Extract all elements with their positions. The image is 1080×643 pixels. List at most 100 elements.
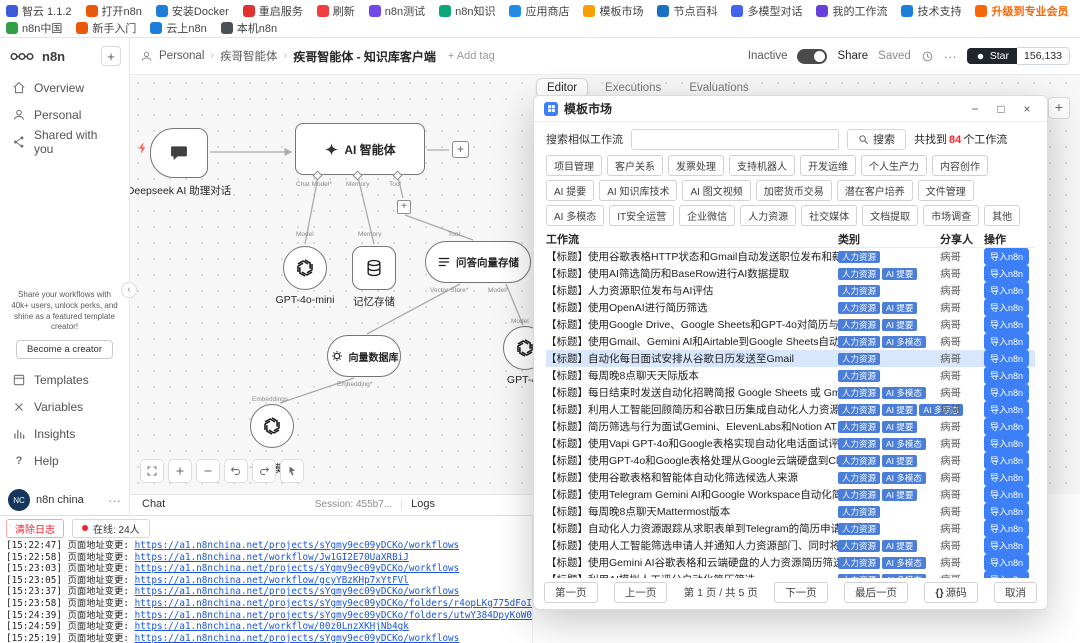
- import-n8n-button[interactable]: 导入n8n: [984, 350, 1029, 367]
- log-url-link[interactable]: https://a1.n8nchina.net/projects/sYgmy9e…: [135, 610, 533, 621]
- add-tool-button[interactable]: +: [397, 200, 411, 214]
- log-url-link[interactable]: https://a1.n8nchina.net/projects/sYgmy9e…: [135, 540, 460, 551]
- log-url-link[interactable]: https://a1.n8nchina.net/projects/sYgmy9e…: [135, 633, 460, 643]
- memory-node[interactable]: [352, 246, 396, 290]
- sidebar-item-variables[interactable]: Variables: [0, 393, 129, 420]
- category-chip[interactable]: 项目管理: [546, 155, 602, 176]
- log-url-link[interactable]: https://a1.n8nchina.net/projects/sYgmy9e…: [135, 598, 533, 609]
- github-star-widget[interactable]: Star 156,133: [967, 47, 1070, 65]
- vector-db-node[interactable]: 向量数据库: [327, 335, 401, 377]
- category-chip[interactable]: 加密货币交易: [756, 180, 832, 201]
- log-url-link[interactable]: https://a1.n8nchina.net/projects/sYgmy9e…: [135, 586, 460, 597]
- interaction-mode-button[interactable]: [280, 459, 304, 483]
- bookmark[interactable]: 技术支持: [901, 3, 961, 19]
- import-n8n-button[interactable]: 导入n8n: [984, 248, 1029, 265]
- category-chip[interactable]: 文档提取: [862, 205, 918, 226]
- bookmark[interactable]: 节点百科: [657, 3, 717, 19]
- category-chip[interactable]: 文件管理: [918, 180, 974, 201]
- category-chip[interactable]: IT安全运营: [609, 205, 674, 226]
- modal-titlebar[interactable]: 模板市场 − □ ×: [534, 96, 1047, 122]
- import-n8n-button[interactable]: 导入n8n: [984, 367, 1029, 384]
- sidebar-item-help[interactable]: ? Help: [0, 447, 129, 474]
- close-button[interactable]: ×: [1017, 102, 1037, 116]
- import-n8n-button[interactable]: 导入n8n: [984, 418, 1029, 435]
- bookmark[interactable]: 刷新: [317, 3, 355, 19]
- table-row[interactable]: 【标题】利用人工智能回顾简历和谷歌日历集成自动化人力资源流程 人力资源AI 提要…: [546, 401, 1035, 418]
- category-chip[interactable]: 企业微信: [679, 205, 735, 226]
- logs-toggle[interactable]: Logs: [411, 498, 435, 510]
- bookmark[interactable]: n8n测试: [369, 3, 425, 19]
- import-n8n-button[interactable]: 导入n8n: [984, 486, 1029, 503]
- github-star-button[interactable]: Star: [967, 48, 1017, 64]
- bookmark[interactable]: 重启服务: [243, 3, 303, 19]
- bookmark[interactable]: 智云 1.1.2: [6, 3, 72, 19]
- category-chip[interactable]: 开发运维: [800, 155, 856, 176]
- category-chip[interactable]: AI 知识库技术: [599, 180, 677, 201]
- table-row[interactable]: 【标题】使用AI筛选简历和BaseRow进行AI数据提取 人力资源AI 提要 病…: [546, 265, 1035, 282]
- log-url-link[interactable]: https://a1.n8nchina.net/workflow/00z0Lnz…: [135, 621, 409, 632]
- chat-model-node[interactable]: [283, 246, 327, 290]
- bookmark[interactable]: 模板市场: [583, 3, 643, 19]
- zoom-in-button[interactable]: [168, 459, 192, 483]
- table-row[interactable]: 【标题】自动化每日面试安排从谷歌日历发送至Gmail 人力资源 病哥 导入n8n: [546, 350, 1035, 367]
- import-n8n-button[interactable]: 导入n8n: [984, 401, 1029, 418]
- table-row[interactable]: 【标题】使用谷歌表格HTTP状态和Gmail自动发送职位发布和薪酬信息 人力资源…: [546, 248, 1035, 265]
- next-page-button[interactable]: 下一页: [774, 582, 828, 603]
- bookmark[interactable]: n8n中国: [6, 20, 62, 36]
- chat-trigger-node[interactable]: [150, 128, 208, 178]
- canvas-add-button[interactable]: +: [1048, 97, 1070, 119]
- table-row[interactable]: 【标题】使用Gemini AI谷歌表格和云端硬盘的人力资源简历筛选与评估系统 人…: [546, 554, 1035, 571]
- sidebar-item-insights[interactable]: Insights: [0, 420, 129, 447]
- category-chip[interactable]: 社交媒体: [801, 205, 857, 226]
- import-n8n-button[interactable]: 导入n8n: [984, 282, 1029, 299]
- bookmark[interactable]: 安装Docker: [156, 3, 229, 19]
- clear-logs-button[interactable]: 清除日志: [6, 519, 64, 538]
- source-code-button[interactable]: {}源码: [924, 582, 977, 603]
- table-row[interactable]: 【标题】使用Gmail、Gemini AI和Airtable到Google Sh…: [546, 333, 1035, 350]
- qa-vector-store-node[interactable]: 问答向量存储: [425, 241, 531, 283]
- import-n8n-button[interactable]: 导入n8n: [984, 333, 1029, 350]
- category-chip[interactable]: 其他: [984, 205, 1020, 226]
- prev-page-button[interactable]: 上一页: [614, 582, 668, 603]
- bookmark[interactable]: n8n知识: [439, 3, 495, 19]
- breadcrumb-folder[interactable]: 疾哥智能体: [220, 48, 278, 64]
- import-n8n-button[interactable]: 导入n8n: [984, 316, 1029, 333]
- minimize-button[interactable]: −: [965, 102, 985, 116]
- log-url-link[interactable]: https://a1.n8nchina.net/workflow/Jw1GI2E…: [135, 552, 409, 563]
- user-menu[interactable]: NC n8n china ···: [0, 489, 129, 511]
- category-chip[interactable]: AI 多模态: [546, 205, 604, 226]
- category-chip[interactable]: 人力资源: [740, 205, 796, 226]
- redo-button[interactable]: [252, 459, 276, 483]
- bookmark[interactable]: 升级到专业会员: [975, 3, 1068, 19]
- category-chip[interactable]: 内容创作: [932, 155, 988, 176]
- ai-agent-node[interactable]: AI 智能体: [295, 123, 425, 175]
- cancel-button[interactable]: 取消: [994, 582, 1037, 603]
- undo-button[interactable]: [224, 459, 248, 483]
- category-chip[interactable]: AI 图文视频: [682, 180, 750, 201]
- import-n8n-button[interactable]: 导入n8n: [984, 299, 1029, 316]
- table-row[interactable]: 【标题】每周晚8点聊天天际版本 人力资源 病哥 导入n8n: [546, 367, 1035, 384]
- search-input[interactable]: [631, 129, 839, 150]
- table-row[interactable]: 【标题】使用谷歌表格和智能体自动化筛选候选人来源 人力资源AI 多模态 病哥 导…: [546, 469, 1035, 486]
- sidebar-item-overview[interactable]: Overview: [0, 74, 129, 101]
- import-n8n-button[interactable]: 导入n8n: [984, 435, 1029, 452]
- bookmark[interactable]: 我的工作流: [816, 3, 887, 19]
- table-row[interactable]: 【标题】自动化人力资源跟踪从求职表单到Telegram的简历申请处理流程 人力资…: [546, 520, 1035, 537]
- category-chip[interactable]: 支持机器人: [729, 155, 795, 176]
- maximize-button[interactable]: □: [991, 102, 1011, 116]
- table-row[interactable]: 【标题】每日结束时发送自动化招聘简报 Google Sheets 或 Gmail…: [546, 384, 1035, 401]
- history-button[interactable]: [921, 50, 934, 63]
- add-tag-button[interactable]: + Add tag: [448, 50, 495, 62]
- last-page-button[interactable]: 最后一页: [844, 582, 908, 603]
- import-n8n-button[interactable]: 导入n8n: [984, 520, 1029, 537]
- import-n8n-button[interactable]: 导入n8n: [984, 554, 1029, 571]
- new-workflow-button[interactable]: +: [101, 46, 121, 66]
- table-row[interactable]: 【标题】人力资源职位发布与AI评估 人力资源 病哥 导入n8n: [546, 282, 1035, 299]
- table-row[interactable]: 【标题】每周晚8点聊天Mattermost版本 人力资源 病哥 导入n8n: [546, 503, 1035, 520]
- user-menu-dots[interactable]: ···: [108, 493, 121, 508]
- bookmark[interactable]: 多模型对话: [731, 3, 802, 19]
- add-node-button[interactable]: +: [452, 141, 469, 158]
- bookmark[interactable]: 本机n8n: [221, 20, 277, 36]
- zoom-out-button[interactable]: [196, 459, 220, 483]
- table-row[interactable]: 【标题】使用Vapi GPT-4o和Google表格实现自动化电话面试评估 人力…: [546, 435, 1035, 452]
